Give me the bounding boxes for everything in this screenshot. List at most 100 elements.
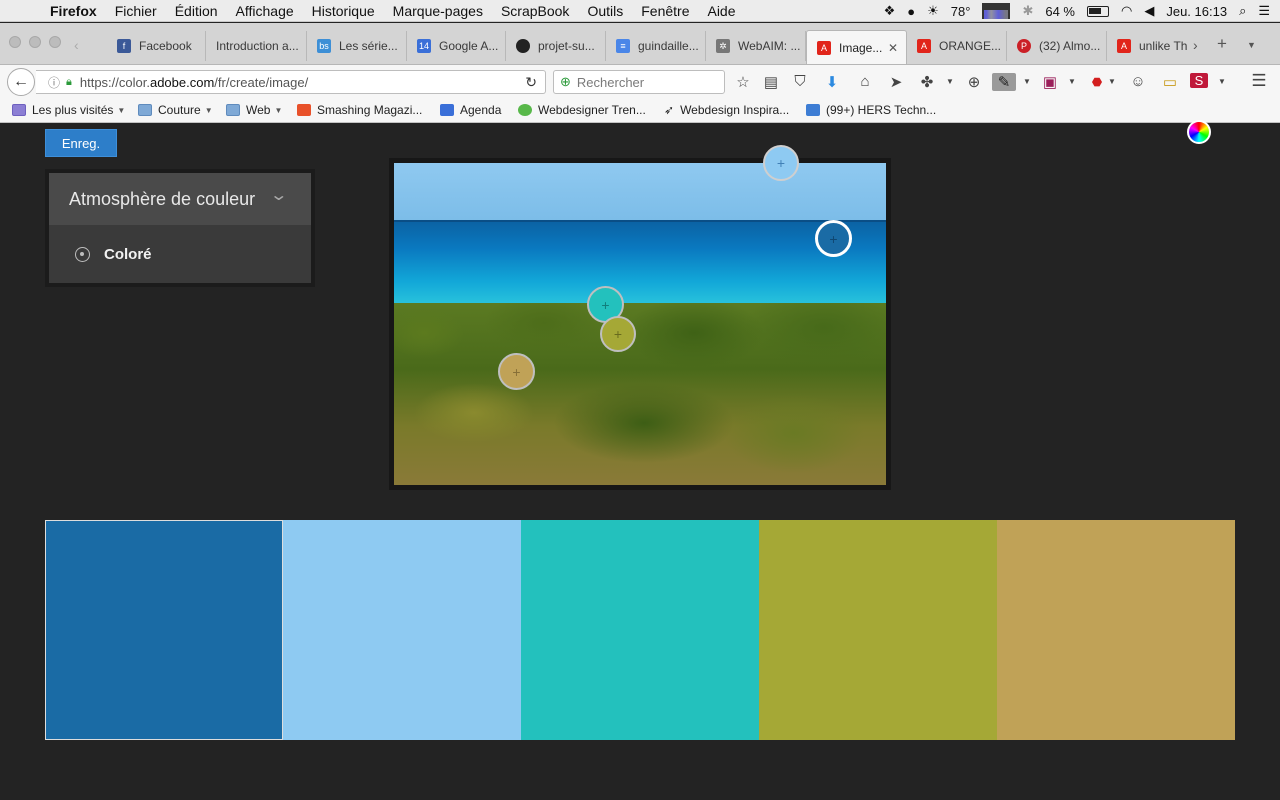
search-engine-icon[interactable]: ⊕ bbox=[560, 74, 571, 90]
search-input[interactable]: ⊕ Rechercher bbox=[553, 70, 725, 94]
reading-list-icon[interactable]: ▤ bbox=[761, 73, 781, 91]
eyedropper-icon[interactable]: ✎ bbox=[992, 73, 1016, 91]
tab-orange[interactable]: A ORANGE... bbox=[907, 31, 1007, 61]
color-mood-dropdown[interactable]: Atmosphère de couleur ⌄ bbox=[49, 173, 311, 225]
color-picker-handle[interactable]: + bbox=[498, 353, 535, 390]
source-image[interactable] bbox=[394, 163, 886, 485]
adblock-dropdown-icon[interactable]: ▼ bbox=[1102, 77, 1122, 86]
hat-icon[interactable]: ● bbox=[907, 4, 915, 19]
bookmarks-bar: Les plus visités ▼ Couture ▼ Web ▼ Smash… bbox=[0, 99, 1280, 123]
hamburger-menu-icon[interactable]: ☰ bbox=[1249, 71, 1269, 91]
weather-icon[interactable]: ☀ bbox=[927, 3, 939, 19]
bookmark-couture[interactable]: Couture ▼ bbox=[138, 103, 213, 117]
tab-google-agenda[interactable]: 14 Google A... bbox=[407, 31, 506, 61]
adobe-icon: A bbox=[1117, 39, 1131, 53]
menu-fenetre[interactable]: Fenêtre bbox=[641, 3, 689, 19]
window-close-button[interactable] bbox=[9, 36, 21, 48]
bookmark-smashing[interactable]: Smashing Magazi... bbox=[297, 103, 422, 117]
ruler-icon[interactable]: ▭ bbox=[1160, 73, 1180, 91]
capture-dropdown-icon[interactable]: ▼ bbox=[1062, 77, 1082, 86]
clock[interactable]: Jeu. 16:13 bbox=[1166, 4, 1227, 19]
image-horizon bbox=[394, 220, 886, 222]
back-arrow-icon: ← bbox=[13, 73, 29, 90]
hers-icon bbox=[806, 104, 820, 116]
menu-scrapbook[interactable]: ScrapBook bbox=[501, 3, 569, 19]
bookmark-label: Agenda bbox=[460, 103, 502, 117]
window-minimize-button[interactable] bbox=[29, 36, 41, 48]
tab-image-active[interactable]: A Image... ✕ bbox=[806, 30, 907, 64]
color-swatch-3[interactable] bbox=[521, 520, 759, 740]
reload-icon[interactable]: ↻ bbox=[525, 74, 537, 91]
smiley-icon[interactable]: ☺ bbox=[1128, 73, 1148, 90]
color-swatch-4[interactable] bbox=[759, 520, 997, 740]
tab-github[interactable]: projet-su... bbox=[506, 31, 606, 61]
tab-list-icon[interactable]: ▼ bbox=[1247, 40, 1256, 50]
window-zoom-button[interactable] bbox=[49, 36, 61, 48]
color-picker-handle[interactable]: + bbox=[600, 316, 636, 352]
menu-affichage[interactable]: Affichage bbox=[236, 3, 294, 19]
scrapbook-icon[interactable]: S bbox=[1190, 73, 1208, 88]
radio-icon[interactable] bbox=[75, 246, 90, 262]
extension-icon[interactable]: ✤ bbox=[917, 73, 937, 91]
bluetooth-icon[interactable]: ✱ bbox=[1022, 3, 1033, 19]
tab-pinterest[interactable]: P (32) Almo... bbox=[1007, 31, 1107, 61]
url-bar[interactable]: ⓘ 🔒︎ https://color.adobe.com/fr/create/i… bbox=[36, 70, 546, 94]
tab-unlike[interactable]: A unlike Th bbox=[1107, 31, 1187, 61]
tabs-scroll-left-icon[interactable]: ‹ bbox=[74, 37, 79, 53]
tab-label: WebAIM: ... bbox=[738, 39, 801, 53]
lock-icon[interactable]: 🔒︎ bbox=[66, 76, 72, 89]
bookmark-web[interactable]: Web ▼ bbox=[226, 103, 282, 117]
screen-capture-icon[interactable]: ▣ bbox=[1040, 73, 1060, 91]
color-swatch-1[interactable] bbox=[45, 520, 283, 740]
url-text[interactable]: https://color.adobe.com/fr/create/image/ bbox=[80, 75, 308, 90]
color-picker-handle-selected[interactable]: + bbox=[815, 220, 852, 257]
dropbox-icon[interactable]: ❖ bbox=[884, 3, 896, 19]
menu-outils[interactable]: Outils bbox=[587, 3, 623, 19]
bookmark-les-plus-visites[interactable]: Les plus visités ▼ bbox=[12, 103, 125, 117]
bookmark-agenda[interactable]: Agenda bbox=[440, 103, 501, 117]
color-picker-handle[interactable]: + bbox=[763, 145, 799, 181]
tab-close-icon[interactable]: ✕ bbox=[888, 41, 898, 55]
save-button[interactable]: Enreg. bbox=[45, 129, 117, 157]
pocket-icon[interactable]: ⛉ bbox=[790, 73, 810, 90]
menu-app-name[interactable]: Firefox bbox=[50, 3, 97, 19]
color-swatch-5[interactable] bbox=[997, 520, 1235, 740]
home-icon[interactable]: ⌂ bbox=[855, 73, 875, 90]
menu-fichier[interactable]: Fichier bbox=[115, 3, 157, 19]
battery-icon[interactable] bbox=[1087, 5, 1109, 17]
zoom-icon[interactable]: ⊕ bbox=[964, 73, 984, 91]
bookmark-webdesigner-trends[interactable]: Webdesigner Tren... bbox=[518, 103, 646, 117]
tab-label: Image... bbox=[839, 40, 883, 55]
spotlight-icon[interactable]: ⌕ bbox=[1239, 3, 1246, 19]
tab-facebook[interactable]: f Facebook bbox=[107, 31, 206, 61]
send-icon[interactable]: ➤ bbox=[886, 73, 906, 91]
back-button[interactable]: ← bbox=[7, 68, 35, 96]
activity-graph-icon[interactable] bbox=[982, 3, 1011, 19]
mood-option-colorful[interactable]: Coloré bbox=[49, 225, 311, 283]
wifi-icon[interactable]: ◠ bbox=[1121, 3, 1132, 19]
bookmark-hers[interactable]: (99+) HERS Techn... bbox=[806, 103, 936, 117]
crosshair-icon: + bbox=[829, 230, 838, 247]
eyedropper-dropdown-icon[interactable]: ▼ bbox=[1017, 77, 1037, 86]
bookmark-webdesign-inspiration[interactable]: ➶ Webdesign Inspira... bbox=[664, 103, 789, 117]
tab-guindaille[interactable]: ≡ guindaille... bbox=[606, 31, 706, 61]
notification-center-icon[interactable]: ☰ bbox=[1258, 3, 1270, 19]
new-tab-icon[interactable]: + bbox=[1217, 34, 1227, 54]
menu-marque-pages[interactable]: Marque-pages bbox=[393, 3, 483, 19]
menu-historique[interactable]: Historique bbox=[312, 3, 375, 19]
menu-aide[interactable]: Aide bbox=[707, 3, 735, 19]
volume-icon[interactable]: ◀ bbox=[1144, 3, 1154, 19]
tab-webaim[interactable]: ✲ WebAIM: ... bbox=[706, 31, 806, 61]
download-icon[interactable]: ⬇ bbox=[822, 73, 842, 91]
info-icon[interactable]: ⓘ bbox=[48, 74, 60, 91]
tabs-scroll-right-icon[interactable]: › bbox=[1193, 37, 1198, 53]
extension-dropdown-icon[interactable]: ▼ bbox=[940, 77, 960, 86]
bookmark-label: Web bbox=[246, 103, 271, 117]
menu-edition[interactable]: Édition bbox=[175, 3, 218, 19]
color-swatch-2[interactable] bbox=[283, 520, 521, 740]
tab-introduction[interactable]: Introduction a... bbox=[206, 31, 307, 61]
color-wheel-icon[interactable] bbox=[1187, 120, 1211, 144]
tab-les-series[interactable]: bs Les série... bbox=[307, 31, 407, 61]
scrapbook-dropdown-icon[interactable]: ▼ bbox=[1212, 77, 1232, 86]
bookmark-star-icon[interactable]: ☆ bbox=[733, 73, 753, 91]
